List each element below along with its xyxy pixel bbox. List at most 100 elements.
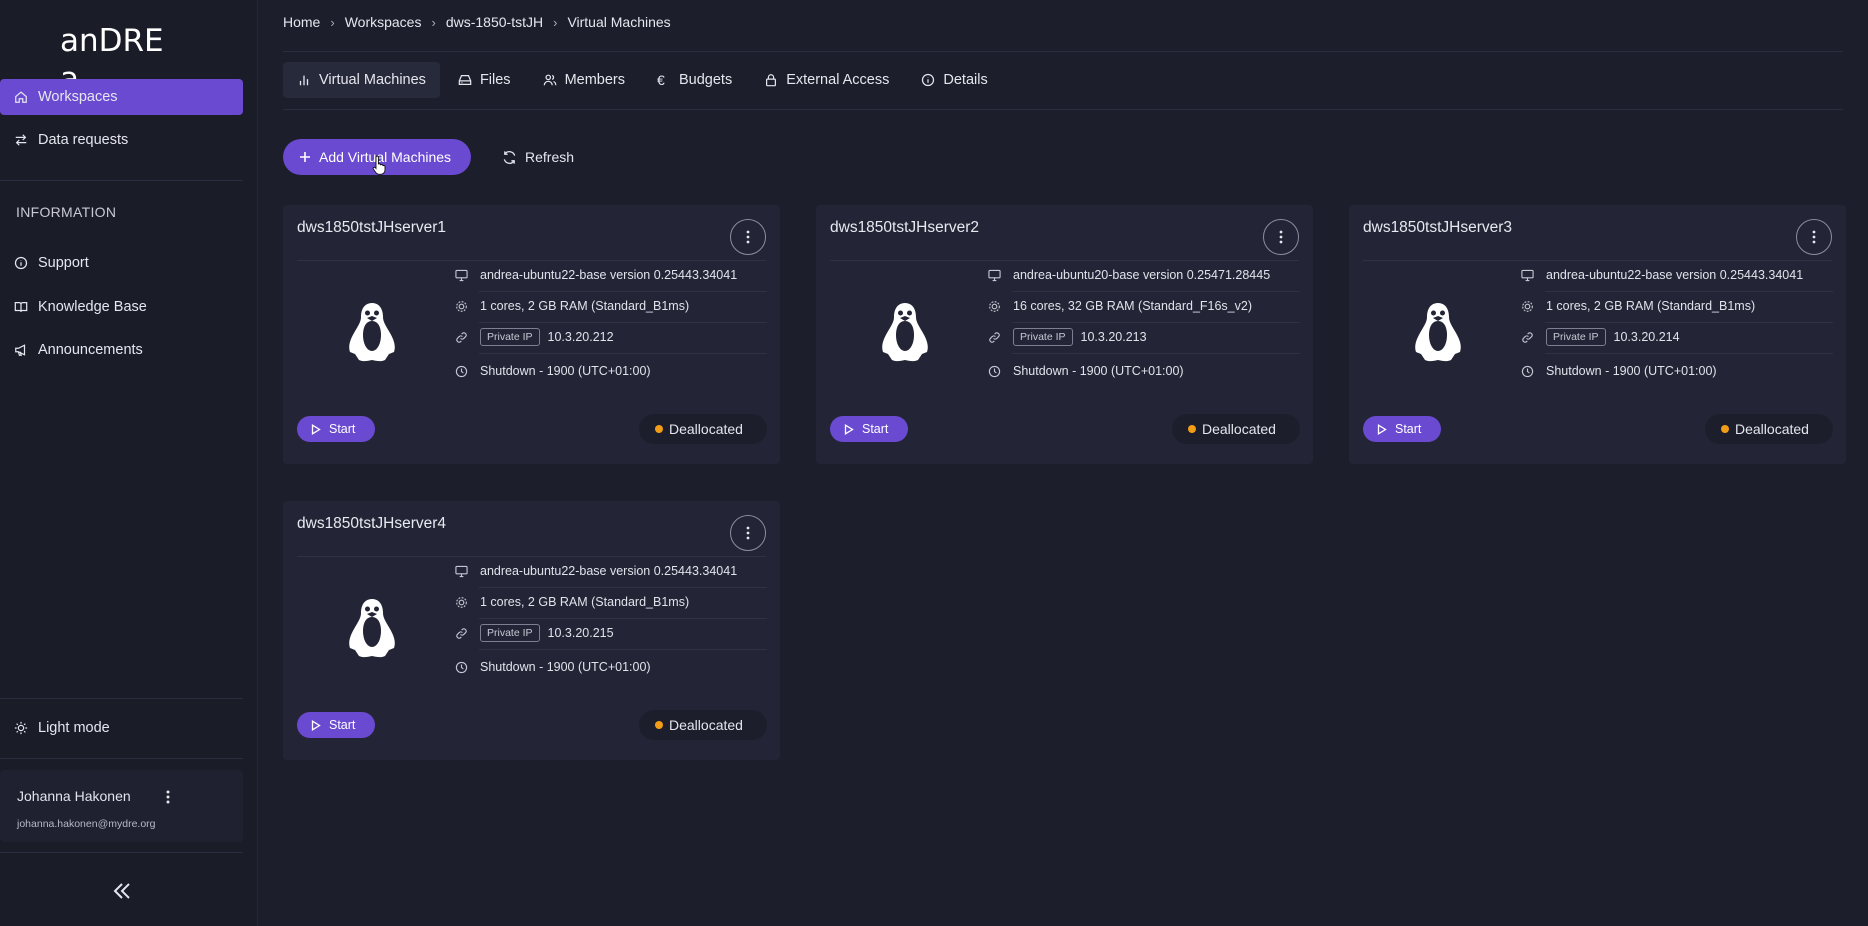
status-dot [1721,425,1729,433]
monitor-icon [1521,269,1534,281]
sidebar-item-label: Announcements [38,342,143,358]
info-divider [1012,353,1300,354]
vm-shutdown: Shutdown - 1900 (UTC+01:00) [1546,364,1717,378]
lock-icon [766,74,777,87]
drive-icon [458,75,472,85]
start-vm-button[interactable]: Start [297,416,375,442]
tab-details[interactable]: Details [907,62,1001,98]
light-mode-toggle[interactable]: Light mode [0,710,243,746]
tab-external-access[interactable]: External Access [750,62,903,98]
play-icon [1377,423,1387,435]
start-label: Start [862,422,889,436]
header-divider [283,51,1843,52]
sidebar-item-workspaces[interactable]: Workspaces [0,79,243,115]
vm-ip: 10.3.20.215 [547,626,614,640]
bar-chart-icon [299,75,309,86]
linux-tux-icon [882,303,928,362]
sidebar-item-support[interactable]: Support [0,245,243,281]
tab-label: External Access [786,72,890,88]
vm-image-row: andrea-ubuntu20-base version 0.25471.284… [988,261,1300,289]
chevron-right-icon: › [553,14,558,30]
private-ip-badge: Private IP [480,328,540,346]
status-badge: Deallocated [639,710,767,740]
status-label: Deallocated [669,421,743,437]
info-icon [922,73,935,87]
sidebar-item-announcements[interactable]: Announcements [0,332,243,368]
start-vm-button[interactable]: Start [297,712,375,738]
vm-ip: 10.3.20.214 [1613,330,1680,344]
chevron-right-icon: › [431,14,436,30]
start-label: Start [329,422,356,436]
andrea-logo[interactable]: anDRE a [60,22,184,97]
collapse-sidebar-icon[interactable] [110,880,134,902]
user-profile: Johanna Hakonen johanna.hakonen@mydre.or… [0,770,243,842]
tab-label: Members [564,72,625,88]
breadcrumb: Home › Workspaces › dws-1850-tstJH › Vir… [283,12,671,32]
vm-name: dws1850tstJHserver3 [1363,219,1513,236]
play-icon [844,423,854,435]
vm-image-row: andrea-ubuntu22-base version 0.25443.340… [1521,261,1833,289]
tab-label: Budgets [679,72,733,88]
tab-members[interactable]: Members [529,62,639,98]
status-badge: Deallocated [639,414,767,444]
info-divider [479,649,767,650]
vm-size-row: 16 cores, 32 GB RAM (Standard_F16s_v2) [988,292,1300,320]
sidebar-divider [0,852,243,853]
info-icon [14,256,28,270]
tab-label: Files [479,72,511,88]
vm-menu-button[interactable] [1796,219,1832,255]
vm-ip: 10.3.20.213 [1080,330,1147,344]
vm-menu-button[interactable] [730,219,766,255]
sidebar-item-knowledge-base[interactable]: Knowledge Base [0,289,243,325]
tab-budgets[interactable]: € Budgets [643,62,746,98]
cpu-icon [1522,300,1533,312]
vm-card-server1: dws1850tstJHserver1 andrea-ubuntu22-base… [283,205,780,464]
vm-ip-row: Private IP 10.3.20.213 [988,323,1300,351]
sidebar-divider [0,698,243,699]
clock-icon [455,365,468,377]
tab-virtual-machines[interactable]: Virtual Machines [283,62,440,98]
linux-tux-icon [349,599,395,658]
vm-image: andrea-ubuntu20-base version 0.25471.284… [1013,268,1271,282]
breadcrumb-workspaces[interactable]: Workspaces [345,14,422,30]
vm-menu-button[interactable] [730,515,766,551]
sidebar-item-label: Data requests [38,132,129,148]
cpu-icon [989,300,1000,312]
clock-icon [988,365,1001,377]
link-icon [1522,331,1533,343]
refresh-button[interactable]: Refresh [488,139,588,175]
private-ip-badge: Private IP [1013,328,1073,346]
vm-shutdown: Shutdown - 1900 (UTC+01:00) [480,364,651,378]
more-vertical-icon [746,526,750,540]
vm-ip-row: Private IP 10.3.20.215 [455,619,767,647]
start-label: Start [1395,422,1422,436]
tab-files[interactable]: Files [444,62,525,98]
vm-ip-row: Private IP 10.3.20.214 [1521,323,1833,351]
cpu-icon [456,300,467,312]
vm-name: dws1850tstJHserver4 [297,515,447,532]
start-vm-button[interactable]: Start [830,416,908,442]
sidebar-item-data-requests[interactable]: Data requests [0,122,243,158]
vm-shutdown: Shutdown - 1900 (UTC+01:00) [1013,364,1184,378]
start-vm-button[interactable]: Start [1363,416,1441,442]
vm-menu-button[interactable] [1263,219,1299,255]
section-label-information: INFORMATION [16,204,117,220]
home-icon [15,91,27,103]
refresh-icon [503,150,516,164]
tab-label: Virtual Machines [319,72,426,88]
vm-shutdown-row: Shutdown - 1900 (UTC+01:00) [455,357,767,385]
breadcrumb-home[interactable]: Home [283,14,320,30]
vm-size: 1 cores, 2 GB RAM (Standard_B1ms) [480,595,690,609]
vm-card-server3: dws1850tstJHserver3 andrea-ubuntu22-base… [1349,205,1846,464]
vm-ip-row: Private IP 10.3.20.212 [455,323,767,351]
hand-cursor-icon [372,155,386,175]
refresh-label: Refresh [525,149,575,165]
status-dot [1188,425,1196,433]
breadcrumb-workspace[interactable]: dws-1850-tstJH [446,14,543,30]
status-badge: Deallocated [1172,414,1300,444]
user-menu-icon[interactable] [160,788,176,806]
light-mode-label: Light mode [38,720,110,736]
breadcrumb-current: Virtual Machines [567,14,671,30]
status-label: Deallocated [669,717,743,733]
linux-tux-icon [349,303,395,362]
